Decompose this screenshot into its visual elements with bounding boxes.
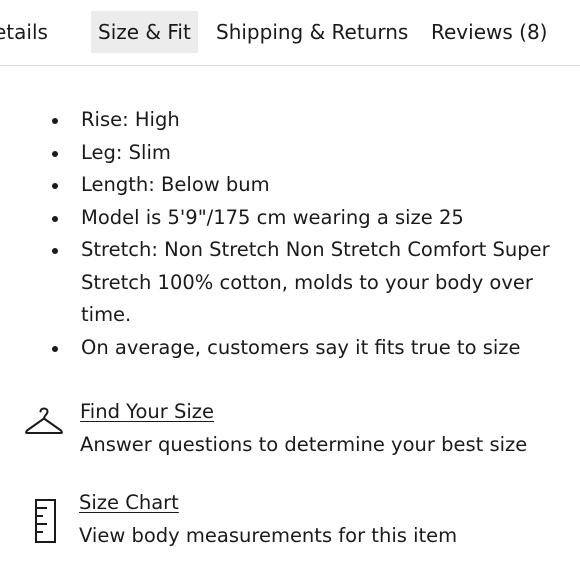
tab-details[interactable]: etails xyxy=(0,11,48,53)
list-item-text: Length: Below bum xyxy=(81,173,270,196)
tab-reviews[interactable]: Reviews (8) xyxy=(431,11,547,53)
list-item: Model is 5'9"/175 cm wearing a size 25 xyxy=(0,202,580,235)
size-chart-description: View body measurements for this item xyxy=(79,524,458,547)
bullet xyxy=(52,215,58,222)
find-your-size-description: Answer questions to determine your best … xyxy=(80,433,528,456)
bullet xyxy=(52,248,58,254)
list-item: On average, customers say it fits true t… xyxy=(0,332,580,365)
list-item: Length: Below bum xyxy=(0,169,580,202)
list-item: Rise: High xyxy=(0,104,580,137)
bullet xyxy=(52,150,58,157)
tab-shipping-returns[interactable]: Shipping & Returns xyxy=(216,11,408,53)
tab-size-fit[interactable]: Size & Fit xyxy=(91,11,198,53)
bullet xyxy=(52,345,58,352)
bullet xyxy=(52,183,58,189)
list-item-text: Stretch: Non Stretch Non Stretch Comfort… xyxy=(81,238,550,326)
list-item-text: Model is 5'9"/175 cm wearing a size 25 xyxy=(81,205,464,229)
size-chart-link[interactable]: Size Chart xyxy=(79,491,179,514)
ruler-icon xyxy=(34,498,58,548)
list-item: Leg: Slim xyxy=(0,137,580,170)
product-info-tabs: etails Size & Fit Shipping & Returns Rev… xyxy=(0,0,580,66)
list-item: Stretch: Non Stretch Non Stretch Comfort… xyxy=(0,234,580,332)
bullet xyxy=(52,118,58,124)
hanger-icon xyxy=(24,404,64,442)
list-item-text: Rise: High xyxy=(81,108,180,131)
find-your-size-link[interactable]: Find Your Size xyxy=(80,400,214,423)
list-item-text: On average, customers say it fits true t… xyxy=(81,335,521,359)
fit-details-list: Rise: High Leg: Slim Length: Below bum M… xyxy=(0,104,580,364)
list-item-text: Leg: Slim xyxy=(81,140,171,164)
